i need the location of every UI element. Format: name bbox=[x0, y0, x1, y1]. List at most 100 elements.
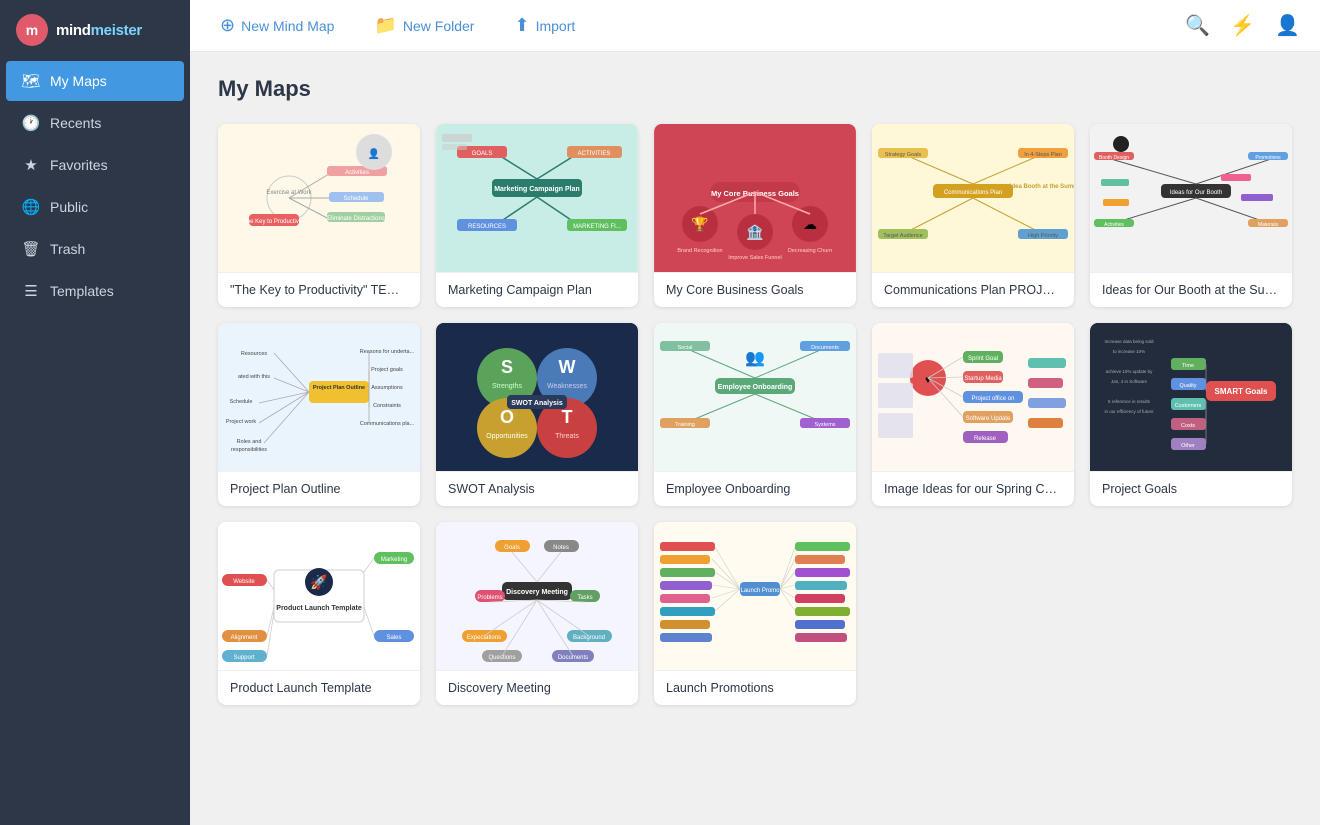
svg-text:Constraints: Constraints bbox=[373, 403, 401, 409]
import-button[interactable]: ⬆ Import bbox=[504, 9, 585, 42]
map-label-onboarding: Employee Onboarding bbox=[654, 471, 856, 506]
svg-text:GOALS: GOALS bbox=[472, 151, 493, 157]
svg-text:Reasons for underta...: Reasons for underta... bbox=[360, 349, 415, 355]
svg-text:Release: Release bbox=[974, 436, 997, 442]
map-thumbnail-communications: Communications Plan Strategy Goals In 4-… bbox=[872, 124, 1074, 272]
logo-text: mindmeister bbox=[56, 22, 142, 39]
svg-text:Problems: Problems bbox=[477, 595, 502, 601]
svg-text:Eliminate Distractions: Eliminate Distractions bbox=[327, 216, 385, 222]
svg-text:MARKETING FI...: MARKETING FI... bbox=[573, 224, 621, 230]
map-thumbnail-launch-promos: Launch Promo bbox=[654, 522, 856, 670]
new-mind-map-button[interactable]: ⊕ New Mind Map bbox=[210, 9, 344, 42]
sidebar-item-label: My Maps bbox=[50, 73, 107, 89]
svg-text:Project office on: Project office on bbox=[972, 396, 1015, 402]
map-card-product-launch[interactable]: 🚀 Product Launch Template Website Market… bbox=[218, 522, 420, 705]
svg-text:achieve 10% update by: achieve 10% update by bbox=[1106, 369, 1154, 374]
activity-icon[interactable]: ⚡ bbox=[1230, 13, 1255, 38]
svg-text:Weaknesses: Weaknesses bbox=[547, 383, 587, 390]
map-card-onboarding[interactable]: Employee Onboarding Social Documents Tra… bbox=[654, 323, 856, 506]
map-thumbnail-project-plan: Project Plan Outline Resources ated with… bbox=[218, 323, 420, 471]
svg-text:SWOT Analysis: SWOT Analysis bbox=[511, 400, 563, 407]
sidebar-item-my-maps[interactable]: 🗺 My Maps bbox=[6, 61, 184, 101]
map-card-marketing[interactable]: Marketing Campaign Plan GOALS ACTIVITIES… bbox=[436, 124, 638, 307]
map-card-spring-camp[interactable]: ♥ Sprint Goal Startup Media Project offi… bbox=[872, 323, 1074, 506]
map-card-swot[interactable]: S Strengths W Weaknesses O Opportunities… bbox=[436, 323, 638, 506]
my-maps-icon: 🗺 bbox=[22, 72, 40, 90]
import-label: Import bbox=[536, 18, 576, 34]
svg-text:Quality: Quality bbox=[1179, 383, 1196, 389]
svg-text:ACTIVITIES: ACTIVITIES bbox=[578, 151, 611, 157]
svg-text:S: S bbox=[501, 357, 513, 377]
svg-text:Schedule: Schedule bbox=[230, 399, 253, 405]
topbar: ⊕ New Mind Map 📁 New Folder ⬆ Import 🔍 ⚡… bbox=[190, 0, 1320, 52]
svg-text:Activities: Activities bbox=[345, 170, 369, 176]
map-card-project-plan[interactable]: Project Plan Outline Resources ated with… bbox=[218, 323, 420, 506]
sidebar-item-label: Public bbox=[50, 199, 88, 215]
map-label-swot: SWOT Analysis bbox=[436, 471, 638, 506]
topbar-right-actions: 🔍 ⚡ 👤 bbox=[1185, 13, 1300, 38]
map-card-project-goals[interactable]: SMART Goals Time Quality Customers Costs… bbox=[1090, 323, 1292, 506]
user-avatar-icon[interactable]: 👤 bbox=[1275, 13, 1300, 38]
templates-icon: ☰ bbox=[22, 282, 40, 300]
sidebar-item-favorites[interactable]: ★ Favorites bbox=[6, 145, 184, 185]
sidebar-item-trash[interactable]: 🗑 Trash bbox=[6, 229, 184, 269]
recents-icon: 🕐 bbox=[22, 114, 40, 132]
map-thumbnail-discovery: Discovery Meeting Goals Notes Problems T… bbox=[436, 522, 638, 670]
svg-text:T: T bbox=[562, 407, 573, 427]
map-label-marketing: Marketing Campaign Plan bbox=[436, 272, 638, 307]
svg-text:☁: ☁ bbox=[803, 216, 817, 232]
svg-text:Discovery Meeting: Discovery Meeting bbox=[506, 589, 568, 596]
svg-text:in our efficiency of future: in our efficiency of future bbox=[1105, 409, 1154, 414]
svg-text:O: O bbox=[500, 407, 514, 427]
svg-text:W: W bbox=[559, 357, 576, 377]
svg-text:Communications pla...: Communications pla... bbox=[360, 421, 415, 427]
map-card-business-goals[interactable]: My Core Business Goals 🏆 Brand Recogniti… bbox=[654, 124, 856, 307]
svg-text:Software Update: Software Update bbox=[966, 416, 1011, 422]
map-card-productivity[interactable]: Exercise at Work "The Key to Productivit… bbox=[218, 124, 420, 307]
map-label-productivity: "The Key to Productivity" TEDxVi... bbox=[218, 272, 420, 307]
svg-text:🏦: 🏦 bbox=[746, 224, 763, 241]
search-icon[interactable]: 🔍 bbox=[1185, 13, 1210, 38]
svg-text:Activities: Activities bbox=[1104, 222, 1124, 228]
svg-text:🏆: 🏆 bbox=[691, 216, 709, 233]
new-folder-button[interactable]: 📁 New Folder bbox=[364, 9, 484, 42]
sidebar-item-templates[interactable]: ☰ Templates bbox=[6, 271, 184, 311]
svg-text:Support: Support bbox=[233, 655, 254, 661]
svg-text:Social: Social bbox=[678, 345, 693, 351]
svg-text:🚀: 🚀 bbox=[310, 574, 328, 591]
sidebar-item-label: Favorites bbox=[50, 157, 108, 173]
svg-text:Assumptions: Assumptions bbox=[371, 385, 403, 391]
sidebar-item-public[interactable]: 🌐 Public bbox=[6, 187, 184, 227]
new-folder-label: New Folder bbox=[403, 18, 475, 34]
svg-text:Brand Recognition: Brand Recognition bbox=[677, 248, 722, 254]
svg-text:Product Launch Template: Product Launch Template bbox=[276, 605, 362, 612]
svg-text:Employee Onboarding: Employee Onboarding bbox=[718, 384, 793, 391]
svg-text:Project Plan Outline: Project Plan Outline bbox=[313, 385, 365, 391]
svg-text:Documents: Documents bbox=[811, 345, 839, 351]
map-card-launch-promos[interactable]: Launch Promo bbox=[654, 522, 856, 705]
svg-text:to increase 10%: to increase 10% bbox=[1113, 349, 1145, 354]
svg-text:Materials: Materials bbox=[1258, 222, 1279, 228]
svg-text:Jan, 4 in Software: Jan, 4 in Software bbox=[1111, 379, 1148, 384]
svg-text:Threats: Threats bbox=[555, 433, 579, 440]
svg-text:Strategy Goals: Strategy Goals bbox=[885, 152, 922, 158]
sidebar-item-recents[interactable]: 🕐 Recents bbox=[6, 103, 184, 143]
map-thumbnail-spring-camp: ♥ Sprint Goal Startup Media Project offi… bbox=[872, 323, 1074, 471]
svg-text:"The Key to Productivity": "The Key to Productivity" bbox=[241, 219, 307, 225]
sidebar-item-label: Recents bbox=[50, 115, 101, 131]
map-card-discovery[interactable]: Discovery Meeting Goals Notes Problems T… bbox=[436, 522, 638, 705]
svg-text:ated with this: ated with this bbox=[238, 374, 270, 380]
svg-text:Project work: Project work bbox=[226, 419, 257, 425]
svg-text:In 4-Steps Plan: In 4-Steps Plan bbox=[1024, 152, 1062, 158]
main-content: ⊕ New Mind Map 📁 New Folder ⬆ Import 🔍 ⚡… bbox=[190, 0, 1320, 825]
trash-icon: 🗑 bbox=[22, 240, 40, 258]
map-thumbnail-project-goals: SMART Goals Time Quality Customers Costs… bbox=[1090, 323, 1292, 471]
svg-text:Exercise at Work: Exercise at Work bbox=[266, 190, 312, 196]
map-card-booth[interactable]: Ideas for Our Booth Booth Design Promoti… bbox=[1090, 124, 1292, 307]
new-folder-icon: 📁 bbox=[374, 15, 396, 36]
map-thumbnail-swot: S Strengths W Weaknesses O Opportunities… bbox=[436, 323, 638, 471]
svg-text:Sales: Sales bbox=[386, 635, 401, 641]
svg-text:Promotions: Promotions bbox=[1255, 155, 1281, 161]
svg-text:Project goals: Project goals bbox=[371, 367, 403, 373]
map-card-communications[interactable]: Communications Plan Strategy Goals In 4-… bbox=[872, 124, 1074, 307]
